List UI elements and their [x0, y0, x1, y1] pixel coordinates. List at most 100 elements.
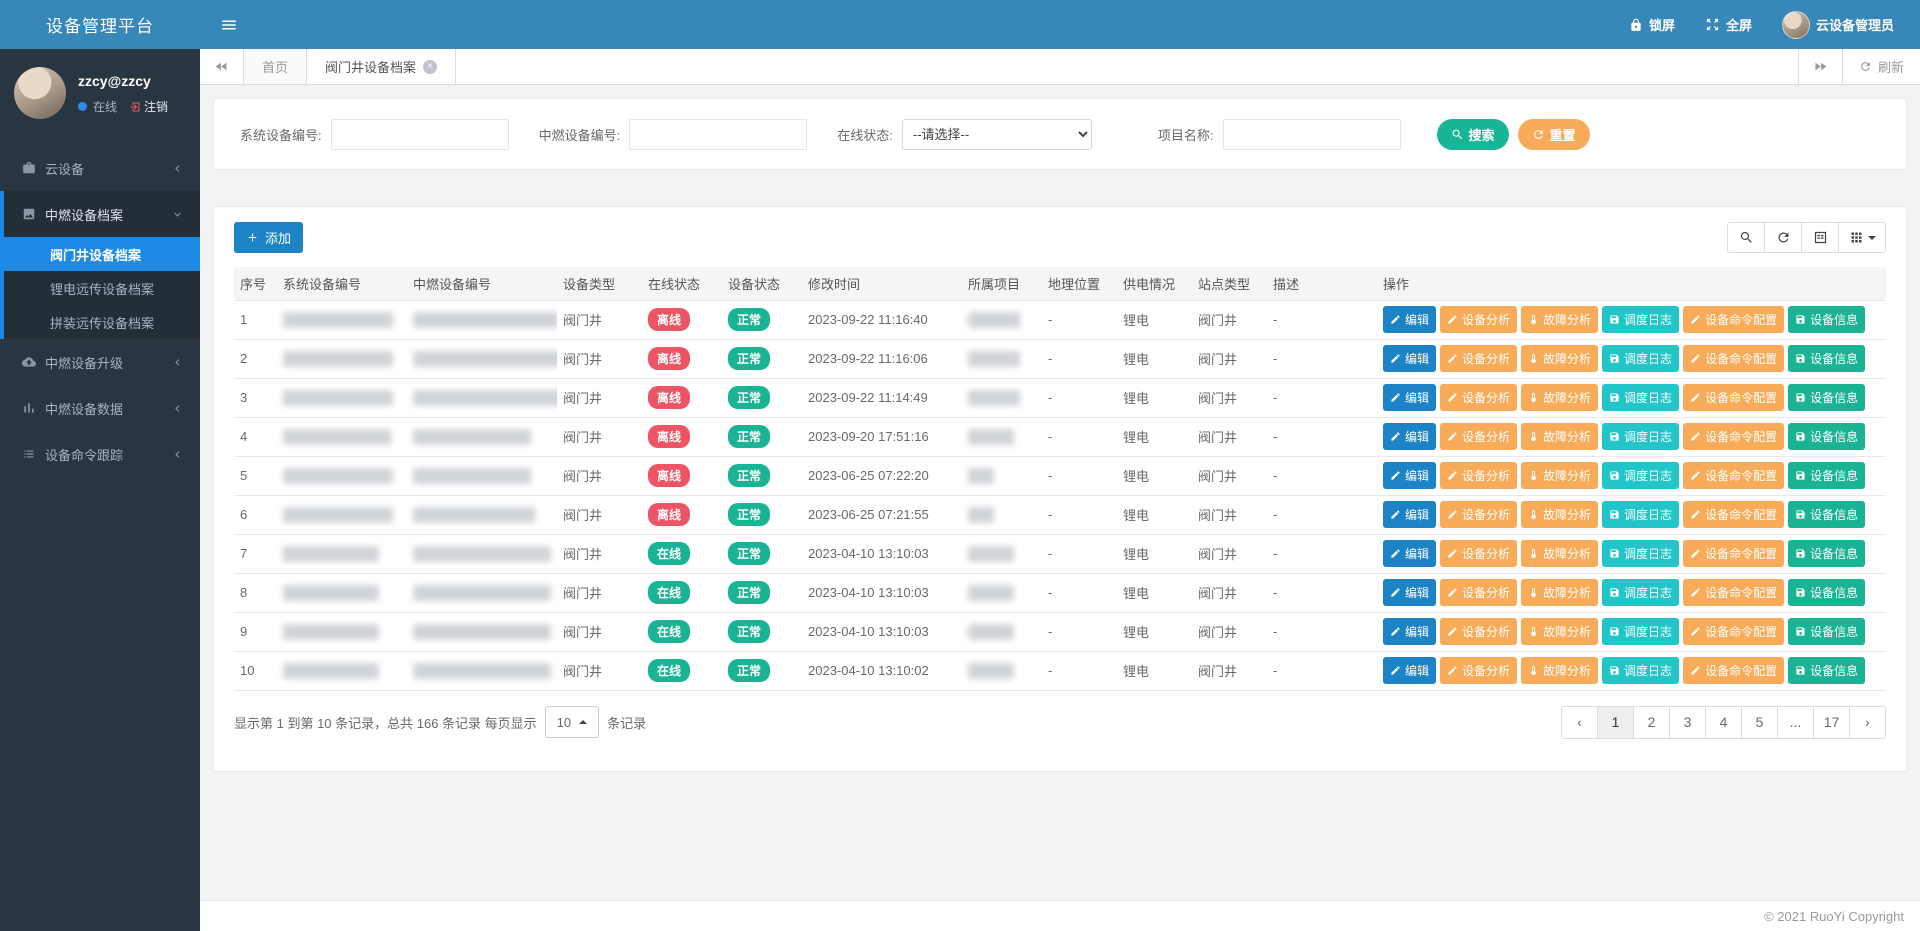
action-warning-button[interactable]: 设备命令配置 — [1683, 618, 1784, 645]
sidebar-item[interactable]: 中燃设备数据 — [0, 385, 200, 431]
page-button[interactable]: 4 — [1705, 706, 1742, 739]
action-warning-button[interactable]: 设备命令配置 — [1683, 345, 1784, 372]
action-primary-button[interactable]: 编辑 — [1383, 345, 1436, 372]
action-warning-button[interactable]: 故障分析 — [1521, 306, 1598, 333]
page-button[interactable]: ... — [1777, 706, 1814, 739]
tab-valve-well-archive[interactable]: 阀门井设备档案 × — [307, 49, 456, 84]
avatar[interactable] — [14, 67, 66, 119]
action-warning-button[interactable]: 故障分析 — [1521, 501, 1598, 528]
action-warning-button[interactable]: 设备分析 — [1440, 618, 1517, 645]
action-success-button[interactable]: 设备信息 — [1788, 618, 1865, 645]
action-primary-button[interactable]: 编辑 — [1383, 384, 1436, 411]
action-warning-button[interactable]: 设备命令配置 — [1683, 384, 1784, 411]
action-info-button[interactable]: 调度日志 — [1602, 345, 1679, 372]
action-warning-button[interactable]: 设备命令配置 — [1683, 462, 1784, 489]
sidebar-item[interactable]: 中燃设备升级 — [0, 339, 200, 385]
action-primary-button[interactable]: 编辑 — [1383, 423, 1436, 450]
action-success-button[interactable]: 设备信息 — [1788, 657, 1865, 684]
action-info-button[interactable]: 调度日志 — [1602, 384, 1679, 411]
sidebar-subitem[interactable]: 拼装远传设备档案 — [4, 305, 200, 339]
sidebar-item[interactable]: 中燃设备档案 — [4, 191, 200, 237]
user-menu[interactable]: 云设备管理员 — [1782, 11, 1894, 39]
action-warning-button[interactable]: 设备命令配置 — [1683, 306, 1784, 333]
online-status-select[interactable]: --请选择-- — [902, 119, 1092, 150]
sidebar-subitem[interactable]: 锂电远传设备档案 — [4, 271, 200, 305]
action-warning-button[interactable]: 设备分析 — [1440, 462, 1517, 489]
action-info-button[interactable]: 调度日志 — [1602, 306, 1679, 333]
action-warning-button[interactable]: 设备命令配置 — [1683, 657, 1784, 684]
action-warning-button[interactable]: 故障分析 — [1521, 462, 1598, 489]
logout-button[interactable]: 注销 — [129, 98, 168, 115]
action-info-button[interactable]: 调度日志 — [1602, 618, 1679, 645]
action-primary-button[interactable]: 编辑 — [1383, 462, 1436, 489]
action-primary-button[interactable]: 编辑 — [1383, 657, 1436, 684]
sidebar-toggle-icon[interactable] — [220, 16, 238, 34]
action-success-button[interactable]: 设备信息 — [1788, 306, 1865, 333]
page-prev-button[interactable]: ‹ — [1561, 706, 1598, 739]
action-warning-button[interactable]: 设备分析 — [1440, 579, 1517, 606]
action-success-button[interactable]: 设备信息 — [1788, 462, 1865, 489]
table-search-button[interactable] — [1727, 222, 1765, 253]
action-success-button[interactable]: 设备信息 — [1788, 540, 1865, 567]
page-button[interactable]: 2 — [1633, 706, 1670, 739]
action-warning-button[interactable]: 故障分析 — [1521, 657, 1598, 684]
action-success-button[interactable]: 设备信息 — [1788, 579, 1865, 606]
sidebar-subitem[interactable]: 阀门井设备档案 — [4, 237, 200, 271]
action-warning-button[interactable]: 故障分析 — [1521, 423, 1598, 450]
lock-screen-button[interactable]: 锁屏 — [1629, 15, 1675, 34]
project-name-input[interactable] — [1223, 119, 1401, 150]
action-primary-button[interactable]: 编辑 — [1383, 618, 1436, 645]
action-warning-button[interactable]: 设备分析 — [1440, 423, 1517, 450]
page-button[interactable]: 3 — [1669, 706, 1706, 739]
fullscreen-button[interactable]: 全屏 — [1705, 15, 1752, 34]
reset-button[interactable]: 重置 — [1518, 119, 1590, 150]
action-warning-button[interactable]: 设备分析 — [1440, 306, 1517, 333]
page-button[interactable]: 1 — [1597, 706, 1634, 739]
action-primary-button[interactable]: 编辑 — [1383, 501, 1436, 528]
page-next-button[interactable]: › — [1849, 706, 1886, 739]
action-warning-button[interactable]: 设备命令配置 — [1683, 423, 1784, 450]
action-info-button[interactable]: 调度日志 — [1602, 657, 1679, 684]
action-success-button[interactable]: 设备信息 — [1788, 384, 1865, 411]
system-device-no-input[interactable] — [331, 119, 509, 150]
action-primary-button[interactable]: 编辑 — [1383, 540, 1436, 567]
action-warning-button[interactable]: 故障分析 — [1521, 618, 1598, 645]
action-warning-button[interactable]: 设备分析 — [1440, 345, 1517, 372]
sidebar-item[interactable]: 云设备 — [0, 145, 200, 191]
action-warning-button[interactable]: 故障分析 — [1521, 579, 1598, 606]
action-info-button[interactable]: 调度日志 — [1602, 579, 1679, 606]
action-info-button[interactable]: 调度日志 — [1602, 423, 1679, 450]
action-info-button[interactable]: 调度日志 — [1602, 540, 1679, 567]
add-button[interactable]: 添加 — [234, 222, 303, 253]
tabs-scroll-left-button[interactable] — [200, 49, 244, 84]
action-primary-button[interactable]: 编辑 — [1383, 579, 1436, 606]
page-button[interactable]: 5 — [1741, 706, 1778, 739]
table-refresh-button[interactable] — [1764, 222, 1802, 253]
cn-device-no-input[interactable] — [629, 119, 807, 150]
sidebar-item[interactable]: 设备命令跟踪 — [0, 431, 200, 477]
table-detail-view-button[interactable] — [1801, 222, 1839, 253]
action-info-button[interactable]: 调度日志 — [1602, 462, 1679, 489]
action-warning-button[interactable]: 设备命令配置 — [1683, 540, 1784, 567]
action-warning-button[interactable]: 设备分析 — [1440, 501, 1517, 528]
action-warning-button[interactable]: 设备命令配置 — [1683, 579, 1784, 606]
close-icon[interactable]: × — [423, 60, 437, 74]
tab-refresh-button[interactable]: 刷新 — [1842, 49, 1920, 84]
action-success-button[interactable]: 设备信息 — [1788, 345, 1865, 372]
action-success-button[interactable]: 设备信息 — [1788, 423, 1865, 450]
action-warning-button[interactable]: 设备分析 — [1440, 657, 1517, 684]
action-warning-button[interactable]: 故障分析 — [1521, 540, 1598, 567]
tabs-scroll-right-button[interactable] — [1798, 49, 1842, 84]
action-warning-button[interactable]: 设备分析 — [1440, 384, 1517, 411]
table-columns-button[interactable] — [1838, 222, 1886, 253]
action-warning-button[interactable]: 设备分析 — [1440, 540, 1517, 567]
action-warning-button[interactable]: 设备命令配置 — [1683, 501, 1784, 528]
action-warning-button[interactable]: 故障分析 — [1521, 384, 1598, 411]
page-button[interactable]: 17 — [1813, 706, 1850, 739]
action-info-button[interactable]: 调度日志 — [1602, 501, 1679, 528]
action-success-button[interactable]: 设备信息 — [1788, 501, 1865, 528]
search-button[interactable]: 搜索 — [1437, 119, 1509, 150]
action-warning-button[interactable]: 故障分析 — [1521, 345, 1598, 372]
tab-home[interactable]: 首页 — [244, 49, 307, 84]
page-size-dropdown[interactable]: 10 — [545, 706, 599, 738]
